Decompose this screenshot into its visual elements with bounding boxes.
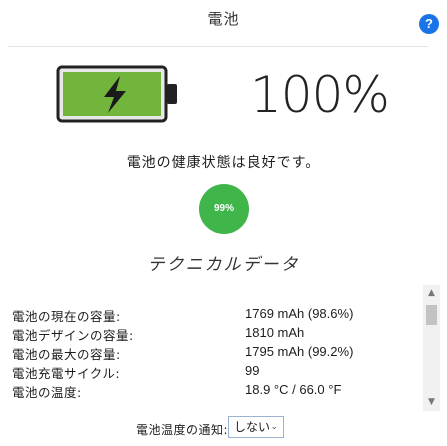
scroll-thumb[interactable] xyxy=(426,305,437,325)
spec-row-max-capacity: 電池の最大の容量: 1795 mAh (99.2%) xyxy=(12,344,420,363)
header-divider xyxy=(8,46,428,47)
technical-data-list: 電池の現在の容量: 1769 mAh (98.6%) 電池デザインの容量: 18… xyxy=(12,306,420,401)
spec-scrollbar[interactable]: ▲ ▼ xyxy=(423,285,440,411)
spec-row-design-capacity: 電池デザインの容量: 1810 mAh xyxy=(12,325,420,344)
scroll-up-icon[interactable]: ▲ xyxy=(423,285,440,302)
help-icon[interactable]: ? xyxy=(419,14,439,34)
spec-label: 電池の最大の容量: xyxy=(12,347,121,362)
technical-data-title: テクニカルデータ xyxy=(147,255,300,275)
spec-value: 1769 mAh (98.6%) xyxy=(245,306,354,321)
window-title: 電池 xyxy=(207,10,240,28)
spec-row-charge-cycles: 電池充電サイクル: 99 xyxy=(12,363,420,382)
battery-icon xyxy=(56,65,177,123)
spec-label: 電池充電サイクル: xyxy=(12,366,121,381)
spec-label: 電池デザインの容量: xyxy=(12,328,134,343)
spec-value: 18.9 °C / 66.0 °F xyxy=(245,382,342,397)
battery-health-status: 電池の健康状態は良好です。 xyxy=(126,155,321,171)
battery-terminal xyxy=(167,84,177,104)
dropdown-value: しない xyxy=(234,420,271,434)
health-badge: 99% xyxy=(199,184,249,234)
spec-row-temperature: 電池の温度: 18.9 °C / 66.0 °F xyxy=(12,382,420,401)
scroll-down-icon[interactable]: ▼ xyxy=(423,394,440,411)
temperature-notification-label: 電池温度の通知: xyxy=(136,423,229,437)
chevron-down-icon: ⌄ xyxy=(270,422,278,432)
battery-percent: 100% xyxy=(250,66,390,124)
spec-row-current-capacity: 電池の現在の容量: 1769 mAh (98.6%) xyxy=(12,306,420,325)
spec-label: 電池の温度: xyxy=(12,385,82,400)
spec-value: 1795 mAh (99.2%) xyxy=(245,344,354,359)
spec-value: 1810 mAh xyxy=(245,325,305,340)
spec-value: 99 xyxy=(245,363,260,378)
temperature-notification-dropdown[interactable]: しない ⌄ xyxy=(228,416,284,438)
spec-label: 電池の現在の容量: xyxy=(12,309,121,324)
